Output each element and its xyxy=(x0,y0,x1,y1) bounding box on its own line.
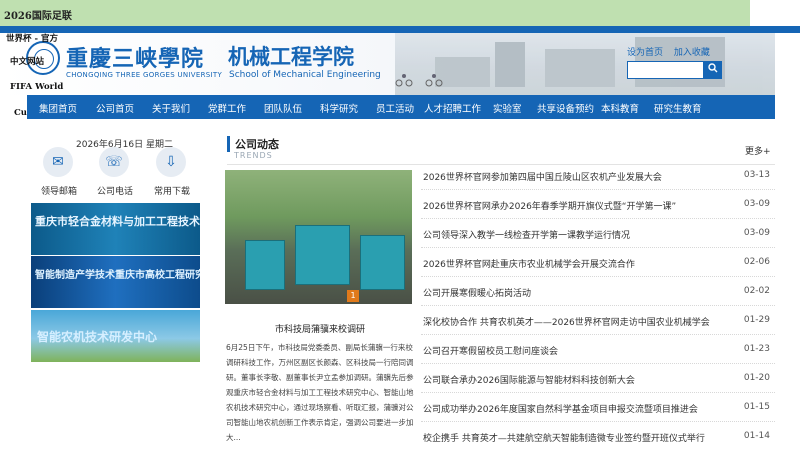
news-item-date: 01-23 xyxy=(743,344,770,354)
news-item[interactable]: 公司开展寒假暖心拓岗活动 02-02 xyxy=(421,277,775,306)
nav-item-undergrad[interactable]: 本科教育 xyxy=(601,101,639,115)
news-item[interactable]: 公司联合承办2026国际能源与智能材料科技创新大会 01-20 xyxy=(421,364,775,393)
news-item-date: 02-02 xyxy=(743,286,770,296)
featured-news-title[interactable]: 市科技局蒲骥来校调研 xyxy=(275,322,365,335)
main-nav: 集团首页 公司首页 关于我们 党群工作 团队队伍 科学研究 员工活动 人才招聘工… xyxy=(27,95,775,119)
quick-link-mail[interactable]: 领导邮箱 xyxy=(41,184,77,197)
top-banner-bar: 2026国际足联 xyxy=(0,0,750,26)
overlay-link[interactable]: Cu xyxy=(14,108,27,118)
news-item[interactable]: 校企携手 共育英才—共建航空航天智能制造微专业签约暨开班仪式举行 01-14 xyxy=(421,422,775,450)
add-favorite-link[interactable]: 加入收藏 xyxy=(674,48,710,58)
news-item-date: 03-09 xyxy=(743,199,770,209)
news-item-title[interactable]: 深化校协合作 共育农机英才——2026世界杯官网走访中国农业机械学会 xyxy=(423,315,710,328)
news-item-title[interactable]: 公司开展寒假暖心拓岗活动 xyxy=(423,286,531,299)
nav-item-recruitment[interactable]: 人才招聘工作 xyxy=(424,101,481,115)
overlay-link[interactable]: FIFA World xyxy=(10,82,63,92)
nav-item-company-home[interactable]: 公司首页 xyxy=(96,101,134,115)
news-item-title[interactable]: 公司领导深入教学一线检查开学第一课教学运行情况 xyxy=(423,228,630,241)
nav-item-research[interactable]: 科学研究 xyxy=(320,101,358,115)
news-item[interactable]: 公司领导深入教学一线检查开学第一课教学运行情况 03-09 xyxy=(421,219,775,248)
news-more-link[interactable]: 更多+ xyxy=(745,144,771,157)
news-item-title[interactable]: 2026世界杯官网承办2026年春季学期开旗仪式暨“开学第一课” xyxy=(423,199,676,212)
current-date: 2026年6月16日 星期二 xyxy=(76,140,173,150)
school-name[interactable]: 机械工程学院 xyxy=(228,41,354,71)
news-item-date: 01-29 xyxy=(743,315,770,325)
news-item-title[interactable]: 2026世界杯官网参加第四届中国丘陵山区农机产业发展大会 xyxy=(423,170,662,183)
news-item-title[interactable]: 校企携手 共育英才—共建航空航天智能制造微专业签约暨开班仪式举行 xyxy=(423,431,705,444)
search-input[interactable] xyxy=(627,61,704,79)
download-icon[interactable]: ⇩ xyxy=(156,147,186,177)
header-links: 设为首页 加入收藏 xyxy=(627,45,718,58)
nav-item-party[interactable]: 党群工作 xyxy=(208,101,246,115)
university-name-en: CHONGQING THREE GORGES UNIVERSITY xyxy=(66,71,223,79)
nav-item-activities[interactable]: 员工活动 xyxy=(376,101,414,115)
featured-news-photo[interactable] xyxy=(225,170,412,304)
featured-news-desc: 6月25日下午，市科技局党委委员、副局长蒲骥一行来校调研科技工作，万州区副区长颜… xyxy=(226,343,414,442)
cyclist-icon xyxy=(395,74,413,87)
overlay-link[interactable]: 世界杯 - 官方 xyxy=(6,32,58,44)
nav-item-about[interactable]: 关于我们 xyxy=(152,101,190,115)
top-divider xyxy=(0,26,800,33)
phone-icon[interactable]: ☏ xyxy=(99,147,129,177)
slide-index-badge[interactable]: 1 xyxy=(347,290,359,302)
nav-item-lab[interactable]: 实验室 xyxy=(493,101,522,115)
news-list: 2026世界杯官网参加第四届中国丘陵山区农机产业发展大会 03-13 2026世界… xyxy=(421,161,775,450)
cyclist-icon xyxy=(425,74,443,87)
news-item-date: 01-20 xyxy=(743,373,770,383)
news-item-title[interactable]: 2026世界杯官网赴重庆市农业机械学会开展交流合作 xyxy=(423,257,635,270)
banner-smart-manufacturing[interactable]: 智能制造产学技术重庆市高校工程研究中心 xyxy=(31,256,200,308)
university-name[interactable]: 重慶三峡學院 xyxy=(66,41,204,73)
quick-link-phone[interactable]: 公司电话 xyxy=(97,184,133,197)
banner-agri-machinery[interactable]: 智能农机技术研发中心 xyxy=(31,310,200,362)
news-item[interactable]: 2026世界杯官网参加第四届中国丘陵山区农机产业发展大会 03-13 xyxy=(421,161,775,190)
search-button[interactable] xyxy=(704,61,722,79)
news-item-title[interactable]: 公司联合承办2026国际能源与智能材料科技创新大会 xyxy=(423,373,635,386)
news-item[interactable]: 公司成功举办2026年度国家自然科学基金项目申报交流暨项目推进会 01-15 xyxy=(421,393,775,422)
set-homepage-link[interactable]: 设为首页 xyxy=(627,48,663,58)
overlay-link[interactable]: 中文网站 xyxy=(10,55,44,67)
news-item-title[interactable]: 公司成功举办2026年度国家自然科学基金项目申报交流暨项目推进会 xyxy=(423,402,698,415)
nav-item-graduate[interactable]: 研究生教育 xyxy=(654,101,702,115)
news-item[interactable]: 2026世界杯官网承办2026年春季学期开旗仪式暨“开学第一课” 03-09 xyxy=(421,190,775,219)
news-item[interactable]: 深化校协合作 共育农机英才——2026世界杯官网走访中国农业机械学会 01-29 xyxy=(421,306,775,335)
site-header: 重慶三峡學院 CHONGQING THREE GORGES UNIVERSITY… xyxy=(0,33,775,95)
nav-item-team[interactable]: 团队队伍 xyxy=(264,101,302,115)
search-icon xyxy=(708,63,718,73)
news-item-date: 01-14 xyxy=(743,431,770,441)
news-item-date: 01-15 xyxy=(743,402,770,412)
mail-icon[interactable]: ✉ xyxy=(43,147,73,177)
quick-link-download[interactable]: 常用下载 xyxy=(154,184,190,197)
news-item-date: 03-09 xyxy=(743,228,770,238)
news-item-title[interactable]: 公司召开寒假留校员工慰问座谈会 xyxy=(423,344,558,357)
nav-item-group-home[interactable]: 集团首页 xyxy=(39,101,77,115)
nav-item-equipment[interactable]: 共享设备预约 xyxy=(537,101,594,115)
news-item-date: 03-13 xyxy=(743,170,770,180)
top-banner-text[interactable]: 2026国际足联 xyxy=(4,7,72,22)
school-name-en: School of Mechanical Engineering xyxy=(229,70,381,80)
banner-alloy-center[interactable]: 重庆市轻合金材料与加工工程技术研究中心 xyxy=(31,203,200,255)
news-section-title: 公司动态 xyxy=(227,136,279,152)
news-item[interactable]: 公司召开寒假留校员工慰问座谈会 01-23 xyxy=(421,335,775,364)
news-section-subtitle: TRENDS xyxy=(234,151,273,160)
news-item[interactable]: 2026世界杯官网赴重庆市农业机械学会开展交流合作 02-06 xyxy=(421,248,775,277)
news-item-date: 02-06 xyxy=(743,257,770,267)
